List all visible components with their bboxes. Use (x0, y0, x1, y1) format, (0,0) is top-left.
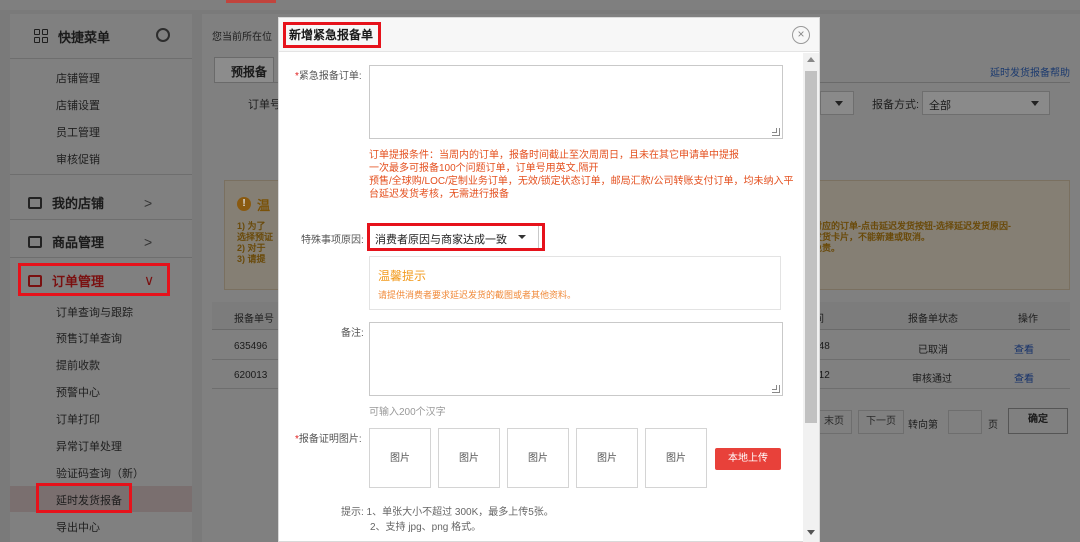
highlight-orders (18, 263, 170, 296)
tip-text: 请提供消费者要求延迟发货的截图或者其他资料。 (378, 290, 577, 300)
shop-icon (28, 196, 42, 209)
report-method-value: 全部 (929, 100, 951, 112)
sidebar-item-shop-settings[interactable]: 店铺设置 (56, 97, 100, 113)
order-hint: 一次最多可报备100个问题订单，订单号用英文,隔开 (369, 163, 599, 174)
goto-label: 转向第 (908, 420, 938, 431)
image-slot[interactable]: 图片 (438, 428, 500, 488)
modal-body: *紧急报备订单: 订单提报条件：当周内的订单，报备时间截止至次周周日，且未在其它… (279, 53, 803, 542)
order-hint: 订单提报条件：当周内的订单，报备时间截止至次周周日，且未在其它申请单中提报 (369, 150, 739, 161)
sidebar-item-presale[interactable]: 预售订单查询 (56, 330, 122, 346)
local-upload-button[interactable]: 本地上传 (715, 448, 781, 470)
sidebar-item-exception[interactable]: 异常订单处理 (56, 438, 122, 454)
order-textarea[interactable] (369, 65, 783, 139)
top-strip (0, 0, 1080, 10)
reason-label: 特殊事项原因: (301, 235, 364, 246)
proof-label: *报备证明图片: (295, 434, 362, 445)
sidebar-section-my-shop[interactable]: 我的店铺 > (28, 193, 152, 212)
remark-counter: 可输入200个汉字 (369, 407, 446, 418)
cell-status: 已取消 (918, 345, 948, 356)
chevron-down-icon (1031, 101, 1039, 106)
quick-menu-title: 快捷菜单 (58, 29, 111, 45)
sidebar-item-advance-pay[interactable]: 提前收款 (56, 357, 100, 373)
remark-textarea[interactable] (369, 322, 783, 396)
page-unit: 页 (988, 420, 998, 431)
sidebar-section-products[interactable]: 商品管理 > (28, 232, 152, 251)
upload-tip: 提示: 1、单张大小不超过 300K，最多上传5张。 (341, 507, 554, 518)
th-status: 报备单状态 (908, 314, 958, 325)
chevron-right-icon: > (144, 194, 153, 211)
sidebar-item-promo-review[interactable]: 审核促销 (56, 151, 100, 167)
sidebar-item-order-query[interactable]: 订单查询与跟踪 (56, 304, 133, 320)
image-slot[interactable]: 图片 (576, 428, 638, 488)
highlight-delay-report (36, 483, 132, 513)
scroll-down-icon[interactable] (807, 530, 815, 535)
view-link[interactable]: 查看 (1014, 370, 1034, 385)
sidebar-item-staff[interactable]: 员工管理 (56, 124, 100, 140)
sidebar-item-export[interactable]: 导出中心 (56, 519, 100, 535)
cell-id: 635496 (234, 341, 268, 352)
page-input[interactable] (948, 410, 982, 434)
help-link[interactable]: 延时发货报备帮助 (990, 64, 1070, 79)
divider (10, 257, 192, 258)
report-method-select[interactable]: 全部 (922, 91, 1050, 115)
sidebar-item-shop-manage[interactable]: 店铺管理 (56, 70, 100, 86)
order-hint: 台延迟发货考核，无需进行报备 (369, 189, 509, 200)
tip-title: 温馨提示 (378, 269, 427, 283)
divider (10, 174, 192, 175)
image-slot[interactable]: 图片 (645, 428, 707, 488)
report-method-label: 报备方式: (872, 99, 920, 111)
section-label: 商品管理 (52, 235, 105, 250)
tab-pre-report[interactable]: 预报备 (214, 57, 274, 83)
status-select[interactable] (820, 91, 854, 115)
grid-icon (34, 29, 48, 43)
breadcrumb: 您当前所在位 (212, 32, 272, 43)
section-label: 我的店铺 (52, 196, 105, 211)
last-page-button[interactable]: 末页 (816, 410, 852, 434)
remark-label: 备注: (341, 328, 364, 339)
view-link[interactable]: 查看 (1014, 341, 1034, 356)
warning-title: 温 (257, 198, 271, 213)
divider (10, 219, 192, 220)
highlight-modal-title (283, 22, 381, 48)
emergency-report-modal: 新增紧急报备单 × *紧急报备订单: 订单提报条件：当周内的订单，报备时间截止至… (278, 17, 820, 542)
chevron-down-icon (835, 101, 843, 106)
divider (10, 58, 192, 59)
resize-grip-icon (772, 385, 780, 393)
th-report-id: 报备单号 (234, 314, 274, 325)
upload-tip: 2、支持 jpg、png 格式。 (370, 522, 482, 533)
warning-icon: ! (237, 197, 251, 211)
sidebar-item-print[interactable]: 订单打印 (56, 411, 100, 427)
sidebar: 快捷菜单 店铺管理 店铺设置 员工管理 审核促销 我的店铺 > 商品管理 > 订… (10, 14, 192, 542)
quick-menu-header: 快捷菜单 (10, 14, 192, 58)
image-slot[interactable]: 图片 (507, 428, 569, 488)
chevron-right-icon: > (144, 233, 153, 250)
gear-icon[interactable] (156, 28, 170, 42)
sidebar-item-verify-code[interactable]: 验证码查询（新） (56, 465, 144, 481)
cell-id: 620013 (234, 370, 268, 381)
scroll-up-icon[interactable] (807, 57, 815, 62)
product-icon (28, 235, 42, 248)
resize-grip-icon (772, 128, 780, 136)
tip-box: 温馨提示 请提供消费者要求延迟发货的截图或者其他资料。 (369, 256, 781, 310)
close-icon[interactable]: × (792, 26, 810, 44)
highlight-reason (367, 223, 545, 251)
sidebar-item-alert[interactable]: 预警中心 (56, 384, 100, 400)
image-slot[interactable]: 图片 (369, 428, 431, 488)
th-action: 操作 (1018, 314, 1038, 325)
top-accent (226, 0, 276, 3)
goto-confirm-button[interactable]: 确定 (1008, 408, 1068, 434)
cell-status: 审核通过 (912, 374, 952, 385)
order-field-label: *紧急报备订单: (295, 71, 362, 82)
next-page-button[interactable]: 下一页 (858, 410, 904, 434)
modal-scrollbar[interactable] (803, 53, 819, 542)
scroll-thumb[interactable] (805, 71, 817, 423)
modal-header: 新增紧急报备单 × (279, 18, 819, 52)
warning-line: 3) 请提 (237, 254, 266, 264)
order-hint: 预售/全球购/LOC/定制业务订单，无效/锁定状态订单，邮局汇款/公司转账支付订… (369, 176, 794, 187)
order-number-label: 订单号 (248, 99, 281, 111)
